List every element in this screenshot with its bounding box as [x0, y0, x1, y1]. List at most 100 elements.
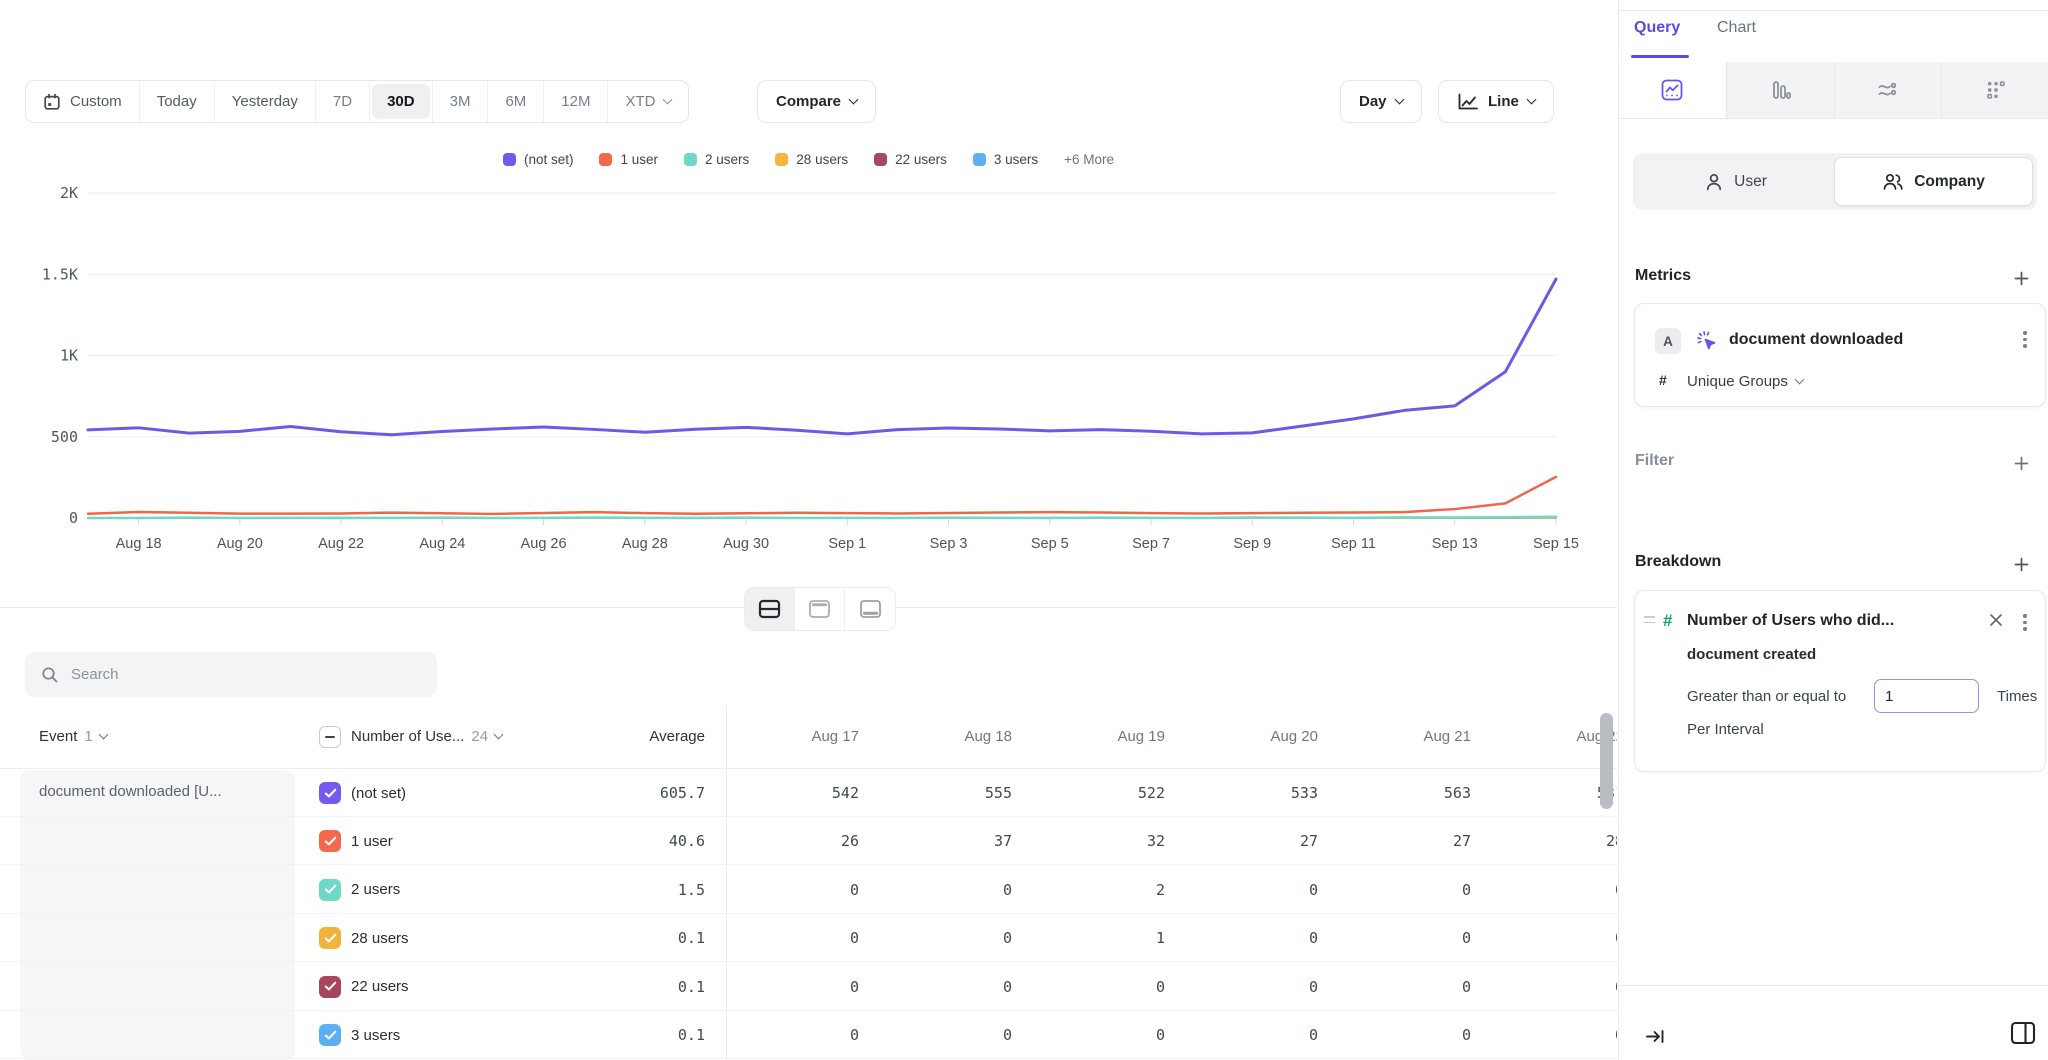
- range-6m-button[interactable]: 6M: [488, 81, 544, 122]
- range-yesterday-button[interactable]: Yesterday: [215, 81, 316, 122]
- series-line: [88, 279, 1556, 435]
- calendar-icon: [43, 93, 61, 111]
- breakdown-card[interactable]: # Number of Users who did... document cr…: [1634, 590, 2046, 772]
- layout-chart-only-button[interactable]: [795, 588, 845, 630]
- scope-user-button[interactable]: User: [1637, 157, 1834, 206]
- bar-chart-icon: [1768, 78, 1792, 102]
- search-box[interactable]: [25, 652, 437, 697]
- add-breakdown-button[interactable]: [2010, 553, 2032, 575]
- average-value: 0.1: [540, 914, 705, 962]
- line-chart[interactable]: 05001K1.5K2KAug 18Aug 20Aug 22Aug 24Aug …: [0, 140, 1617, 570]
- series-checkbox[interactable]: [319, 927, 341, 949]
- x-axis-label: Sep 1: [828, 536, 866, 552]
- table-row[interactable]: 22 users0.1000000: [0, 963, 1617, 1011]
- metric-menu-button[interactable]: [2018, 331, 2032, 348]
- select-all-checkbox[interactable]: [319, 726, 341, 748]
- series-checkbox[interactable]: [319, 1024, 341, 1046]
- tab-query[interactable]: Query: [1634, 19, 1680, 37]
- data-value-cell: 27: [1185, 817, 1338, 865]
- x-axis-label: Aug 22: [318, 536, 364, 552]
- chevron-down-icon: [98, 730, 108, 740]
- table-row[interactable]: (not set)605.7542555522533563531: [0, 769, 1617, 817]
- toggle-side-panel-button[interactable]: [2009, 1020, 2037, 1051]
- y-axis-label: 500: [51, 428, 78, 446]
- series-label[interactable]: 22 users: [351, 963, 409, 1011]
- drag-handle-icon[interactable]: [1644, 616, 1655, 623]
- add-filter-button[interactable]: [2010, 452, 2032, 474]
- x-axis-label: Sep 11: [1331, 536, 1376, 552]
- breakdown-value-input[interactable]: [1874, 679, 1979, 713]
- breakdown-condition-label: Greater than or equal to: [1687, 688, 1846, 705]
- series-label[interactable]: 2 users: [351, 866, 400, 914]
- range-3m-button[interactable]: 3M: [432, 81, 489, 122]
- chart-type-grid-button[interactable]: [1942, 62, 2048, 118]
- chart-type-flow-button[interactable]: [1835, 62, 1943, 118]
- table-row[interactable]: 1 user40.6263732272728: [0, 817, 1617, 865]
- layout-split-button[interactable]: [745, 588, 795, 630]
- table-row[interactable]: 2 users1.5002000: [0, 866, 1617, 914]
- interval-dropdown[interactable]: Day: [1340, 80, 1422, 123]
- table-row[interactable]: 3 users0.1000000: [0, 1011, 1617, 1059]
- chart-type-dropdown[interactable]: Line: [1438, 80, 1554, 123]
- series-checkbox[interactable]: [319, 879, 341, 901]
- chevron-down-icon: [1526, 95, 1536, 105]
- series-label[interactable]: 28 users: [351, 914, 409, 962]
- line-chart-icon: [1457, 93, 1479, 111]
- series-label[interactable]: (not set): [351, 769, 406, 817]
- data-value-cell: 0: [1185, 914, 1338, 962]
- range-today-button[interactable]: Today: [140, 81, 215, 122]
- series-checkbox[interactable]: [319, 976, 341, 998]
- scope-segmented-control: User Company: [1633, 153, 2037, 210]
- series-column-header[interactable]: Number of Use... 24: [351, 705, 502, 768]
- user-icon: [1704, 172, 1724, 192]
- data-value-cell: 555: [879, 769, 1032, 817]
- range-7d-button[interactable]: 7D: [316, 81, 370, 122]
- table-row[interactable]: 28 users0.1001000: [0, 914, 1617, 962]
- data-value-cell: 0: [1491, 1011, 1617, 1059]
- range-30d-button[interactable]: 30D: [372, 84, 430, 119]
- x-axis-label: Sep 15: [1533, 536, 1579, 552]
- breakdown-property-name[interactable]: Number of Users who did...: [1687, 612, 1987, 630]
- date-column-header: Aug 21: [1338, 705, 1491, 768]
- series-checkbox[interactable]: [319, 830, 341, 852]
- range-custom-button[interactable]: Custom: [26, 81, 140, 122]
- line-segmentation-icon: [1660, 78, 1684, 102]
- breakdown-event-name[interactable]: document created: [1687, 646, 1816, 663]
- breakdown-menu-button[interactable]: [2018, 614, 2032, 631]
- series-label[interactable]: 1 user: [351, 817, 393, 865]
- date-column-header: Aug 22: [1491, 705, 1617, 768]
- check-icon: [324, 836, 337, 847]
- check-icon: [324, 1030, 337, 1041]
- layout-table-only-button[interactable]: [845, 588, 895, 630]
- range-12m-button[interactable]: 12M: [544, 81, 608, 122]
- metric-name[interactable]: document downloaded: [1729, 331, 1903, 349]
- chart-type-line-button[interactable]: [1619, 62, 1727, 118]
- check-icon: [324, 788, 337, 799]
- add-metric-button[interactable]: [2010, 267, 2032, 289]
- event-column-header[interactable]: Event 1: [39, 705, 107, 768]
- close-icon[interactable]: [1989, 613, 2003, 632]
- data-value-cell: 1: [1032, 914, 1185, 962]
- tab-chart[interactable]: Chart: [1717, 19, 1756, 37]
- chevron-down-icon: [849, 95, 859, 105]
- aggregation-dropdown[interactable]: Unique Groups: [1687, 373, 1803, 390]
- data-value-cell: 0: [879, 1011, 1032, 1059]
- scope-company-button[interactable]: Company: [1834, 157, 2033, 206]
- series-label[interactable]: 3 users: [351, 1011, 400, 1059]
- average-value: 40.6: [540, 817, 705, 865]
- compare-button[interactable]: Compare: [757, 80, 876, 123]
- metric-card[interactable]: A document downloaded # Unique Groups: [1634, 303, 2046, 407]
- search-input[interactable]: [71, 666, 411, 683]
- table-scrollbar-thumb[interactable]: [1600, 713, 1613, 809]
- top-panel-icon: [808, 599, 831, 619]
- data-value-cell: 0: [879, 866, 1032, 914]
- series-checkbox[interactable]: [319, 782, 341, 804]
- collapse-panel-button[interactable]: [1645, 1028, 1666, 1050]
- range-xtd-button[interactable]: XTD: [608, 81, 688, 122]
- chevron-down-icon: [494, 730, 504, 740]
- chart-type-bar-button[interactable]: [1727, 62, 1835, 118]
- data-value-cell: 2: [1032, 866, 1185, 914]
- data-value-cell: 0: [1032, 963, 1185, 1011]
- series-line: [88, 517, 1556, 518]
- check-icon: [324, 884, 337, 895]
